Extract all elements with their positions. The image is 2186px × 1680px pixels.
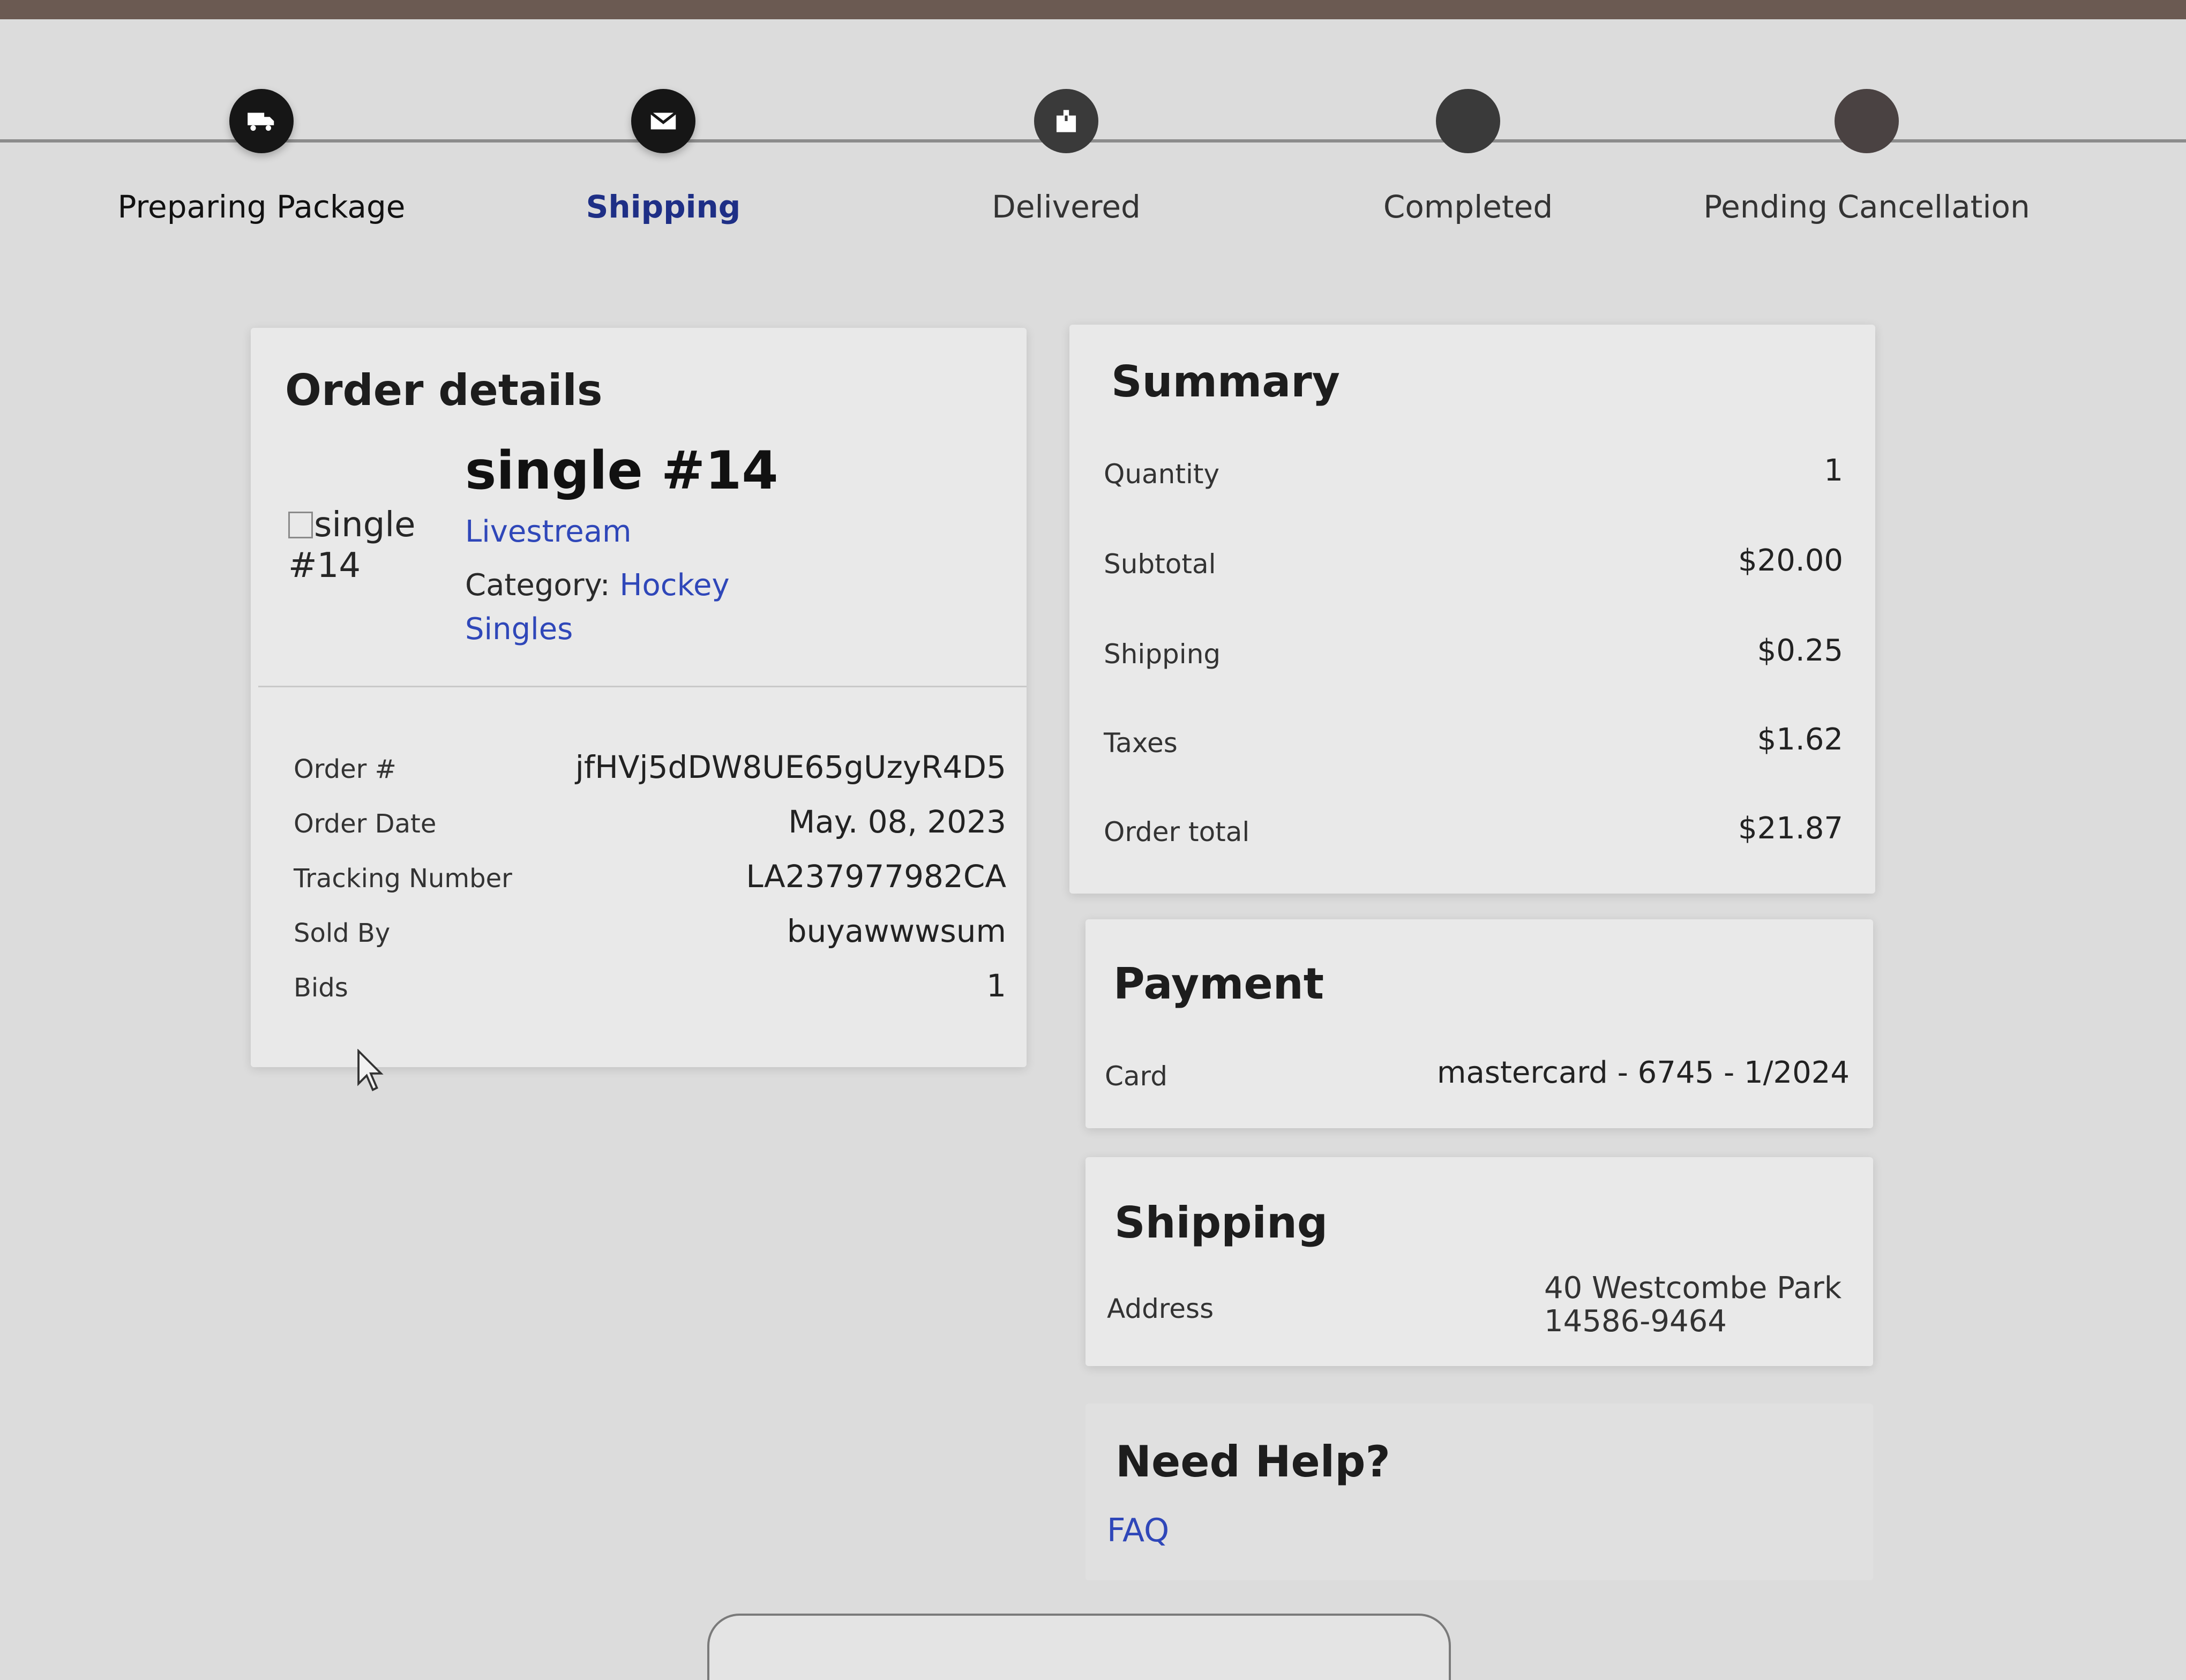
summary-title: Summary — [1111, 357, 1340, 407]
quantity-label: Quantity — [1104, 459, 1220, 490]
order-total-row: Order total $21.87 — [1104, 805, 1843, 864]
taxes-row: Taxes $1.62 — [1104, 716, 1843, 775]
truck-icon — [229, 89, 294, 153]
quantity-value: 1 — [1824, 453, 1843, 488]
taxes-value: $1.62 — [1757, 722, 1843, 757]
order-number-label: Order # — [294, 754, 396, 784]
sold-by-label: Sold By — [294, 918, 391, 948]
order-date-label: Order Date — [294, 809, 437, 839]
mail-icon — [631, 89, 695, 153]
step-dot — [1835, 89, 1899, 153]
payment-title: Payment — [1113, 959, 1324, 1009]
order-date-value: May. 08, 2023 — [788, 804, 1006, 840]
taxes-label: Taxes — [1104, 728, 1178, 759]
bottom-action-tab[interactable] — [707, 1614, 1451, 1680]
divider — [258, 686, 1027, 687]
top-bar — [0, 0, 2186, 19]
card-row: Card mastercard - 6745 - 1/2024 — [1105, 1049, 1850, 1108]
tracking-number-row: Tracking Number LA237977982CA — [294, 854, 1006, 908]
shipping-address-card: Shipping Address 40 Westcombe Park 14586… — [1085, 1157, 1873, 1366]
bids-value: 1 — [986, 968, 1006, 1004]
step-label: Pending Cancellation — [1703, 189, 2030, 225]
card-label: Card — [1105, 1061, 1167, 1092]
order-details-card: Order details single #14 single #14 Live… — [251, 328, 1027, 1067]
bids-row: Bids 1 — [294, 963, 1006, 1017]
card-value: mastercard - 6745 - 1/2024 — [1436, 1055, 1850, 1090]
shipping-cost-row: Shipping $0.25 — [1104, 627, 1843, 686]
seller-link[interactable]: buyawwwsum — [787, 913, 1006, 949]
shipping-title: Shipping — [1114, 1198, 1328, 1248]
address-line-2: 14586-9464 — [1544, 1304, 1727, 1339]
quantity-row: Quantity 1 — [1104, 447, 1843, 506]
order-number-row: Order # jfHVj5dDW8UE65gUzyR4D5 — [294, 745, 1006, 798]
shipping-cost-label: Shipping — [1104, 639, 1221, 670]
help-card: Need Help? FAQ — [1085, 1404, 1873, 1580]
category-label: Category: — [465, 568, 610, 603]
order-date-row: Order Date May. 08, 2023 — [294, 799, 1006, 853]
product-category: Category: Hockey Singles — [465, 564, 744, 651]
help-title: Need Help? — [1116, 1437, 1390, 1487]
shipping-cost-value: $0.25 — [1757, 633, 1843, 668]
subtotal-label: Subtotal — [1104, 549, 1216, 580]
sold-by-row: Sold By buyawwwsum — [294, 909, 1006, 962]
step-label: Preparing Package — [117, 189, 406, 225]
step-dot — [1436, 89, 1500, 153]
mouse-cursor-icon — [357, 1049, 384, 1091]
order-progress-stepper: Preparing Package Shipping Delivered Com… — [0, 19, 2186, 244]
package-icon — [1034, 89, 1098, 153]
tracking-number-link[interactable]: LA237977982CA — [746, 858, 1006, 895]
address-label: Address — [1107, 1293, 1214, 1324]
faq-link[interactable]: FAQ — [1107, 1512, 1169, 1549]
order-total-label: Order total — [1104, 816, 1250, 848]
broken-image-icon — [288, 512, 313, 538]
tracking-number-label: Tracking Number — [294, 864, 512, 894]
order-details-title: Order details — [285, 365, 603, 415]
product-name: single #14 — [465, 440, 778, 501]
product-image: single #14 — [288, 505, 428, 586]
step-label: Completed — [1383, 189, 1553, 225]
summary-card: Summary Quantity 1 Subtotal $20.00 Shipp… — [1069, 325, 1875, 894]
address-value: 40 Westcombe Park 14586-9464 — [1544, 1272, 1841, 1338]
order-total-value: $21.87 — [1738, 811, 1843, 846]
bids-label: Bids — [294, 973, 348, 1003]
step-label: Shipping — [586, 189, 741, 225]
order-number-value: jfHVj5dDW8UE65gUzyR4D5 — [575, 749, 1006, 785]
address-line-1: 40 Westcombe Park — [1544, 1271, 1842, 1306]
subtotal-value: $20.00 — [1738, 543, 1843, 578]
step-label: Delivered — [992, 189, 1141, 225]
subtotal-row: Subtotal $20.00 — [1104, 537, 1843, 596]
product-source-link[interactable]: Livestream — [465, 514, 632, 549]
payment-card: Payment Card mastercard - 6745 - 1/2024 — [1085, 919, 1873, 1128]
